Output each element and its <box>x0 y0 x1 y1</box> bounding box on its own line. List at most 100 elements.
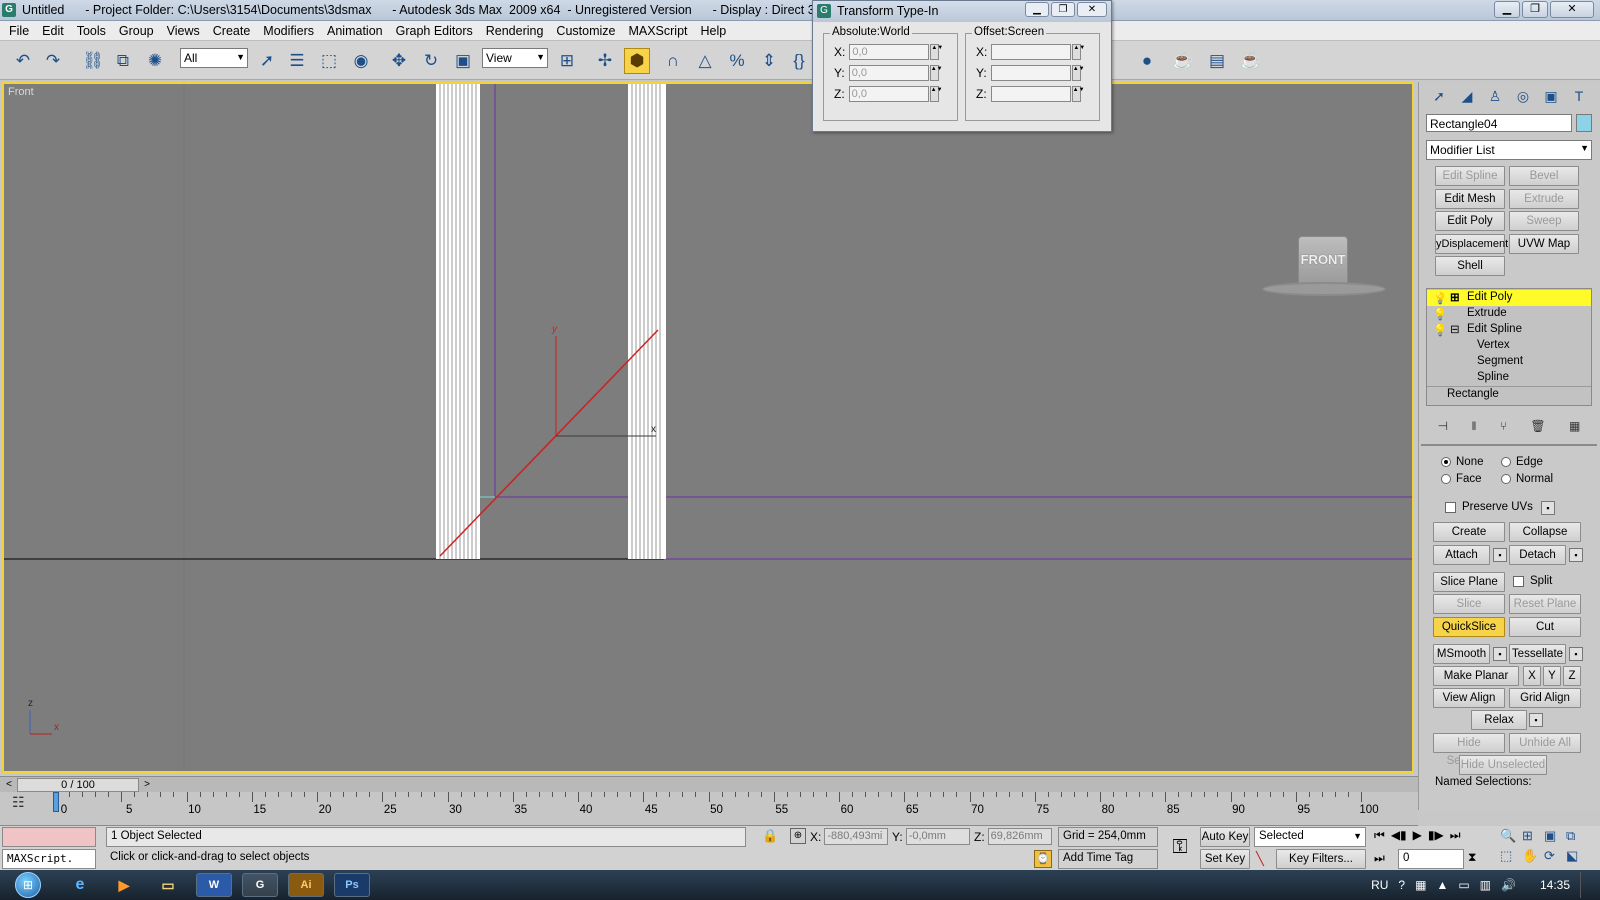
menu-edit[interactable]: Edit <box>42 24 64 38</box>
edit-named-selections-icon[interactable]: {} <box>786 48 812 74</box>
maxscript-mini-listener[interactable]: MAXScript. <box>2 849 96 869</box>
manipulate-icon[interactable]: ✢ <box>592 48 618 74</box>
menu-modifiers[interactable]: Modifiers <box>263 24 314 38</box>
zoom-all-icon[interactable]: ⊞ <box>1522 828 1544 844</box>
angle-snap-icon[interactable]: △ <box>692 48 718 74</box>
show-end-result-icon[interactable]: ‖ <box>1471 419 1476 433</box>
utilities-tab-icon[interactable]: T <box>1567 84 1591 108</box>
pan-icon[interactable]: ✋ <box>1522 848 1544 864</box>
split-checkbox[interactable]: Split <box>1513 575 1552 587</box>
tessellate-settings-button[interactable]: ▪ <box>1569 647 1583 661</box>
key-filters-button[interactable]: Key Filters... <box>1276 849 1366 869</box>
orbit-icon[interactable]: ⟳ <box>1544 848 1566 864</box>
dialog-minimize-button[interactable]: ▁ <box>1025 2 1049 17</box>
create-button[interactable]: Create <box>1433 522 1505 542</box>
stack-item-extrude[interactable]: 💡 Extrude <box>1427 306 1591 322</box>
offset-z-spinner[interactable]: ▲▼ <box>1071 86 1085 102</box>
constraint-none-radio[interactable]: None <box>1441 456 1484 468</box>
stack-item-rectangle[interactable]: Rectangle <box>1427 386 1591 402</box>
create-tab-icon[interactable]: ➚ <box>1427 84 1451 108</box>
current-time-marker[interactable] <box>53 792 59 812</box>
stack-item-edit-spline[interactable]: 💡 ⊟ Edit Spline <box>1427 322 1591 338</box>
absolute-y-field[interactable] <box>848 65 929 81</box>
detach-button[interactable]: Detach <box>1509 545 1566 565</box>
cut-button[interactable]: Cut <box>1509 617 1581 637</box>
reset-plane-button[interactable]: Reset Plane <box>1509 594 1581 614</box>
display-tab-icon[interactable]: ▣ <box>1539 84 1563 108</box>
object-name-field[interactable]: Rectangle04 <box>1426 114 1572 132</box>
edit-mesh-mod-button[interactable]: Edit Mesh <box>1435 189 1505 209</box>
menu-graph-editors[interactable]: Graph Editors <box>396 24 473 38</box>
modifier-list-dropdown[interactable]: Modifier List ▼ <box>1426 140 1592 160</box>
menu-group[interactable]: Group <box>119 24 154 38</box>
go-to-end-icon[interactable]: ⏭ <box>1450 828 1461 843</box>
scale-icon[interactable]: ▣ <box>450 48 476 74</box>
material-editor-icon[interactable]: ● <box>1134 48 1160 74</box>
close-button[interactable]: ✕ <box>1550 1 1594 18</box>
absolute-x-field[interactable] <box>849 44 930 60</box>
menu-create[interactable]: Create <box>213 24 251 38</box>
select-by-name-icon[interactable]: ☰ <box>284 48 310 74</box>
front-viewport[interactable]: Front y x z x FRONT <box>2 82 1414 773</box>
planar-z-button[interactable]: Z <box>1563 666 1581 686</box>
stack-item-segment[interactable]: Segment <box>1427 354 1591 370</box>
zoom-extents-icon[interactable]: ▣ <box>1544 828 1566 844</box>
time-configuration-icon[interactable]: ⧗ <box>1468 850 1476 865</box>
unhide-all-button[interactable]: Unhide All <box>1509 733 1581 753</box>
stack-item-edit-poly[interactable]: 💡 ⊞ Edit Poly <box>1427 290 1591 306</box>
select-object-icon[interactable]: ➚ <box>254 48 280 74</box>
offset-x-field[interactable] <box>991 44 1072 60</box>
redo-icon[interactable]: ↷ <box>40 48 66 74</box>
modify-tab-icon[interactable]: ◢ <box>1455 84 1479 108</box>
prev-frame-arrow[interactable]: < <box>2 778 16 792</box>
stack-item-vertex[interactable]: Vertex <box>1427 338 1591 354</box>
relax-settings-button[interactable]: ▪ <box>1529 713 1543 727</box>
offset-z-field[interactable] <box>990 86 1071 102</box>
snaps-toggle-icon[interactable]: ∩ <box>660 48 686 74</box>
preserve-uvs-settings-button[interactable]: ▪ <box>1541 501 1555 515</box>
network-icon[interactable]: ▦ <box>1415 878 1426 892</box>
make-unique-icon[interactable]: ⑂ <box>1500 419 1507 433</box>
absolute-x-spinner[interactable]: ▲▼ <box>930 44 943 60</box>
configure-modifier-sets-icon[interactable]: ▦ <box>1569 419 1580 433</box>
pivot-center-icon[interactable]: ⊞ <box>554 48 580 74</box>
go-to-start-icon[interactable]: ⏮ <box>1374 828 1385 843</box>
word-taskbar-icon[interactable]: W <box>196 873 232 897</box>
rendered-frame-window-icon[interactable]: ▤ <box>1204 48 1230 74</box>
percent-snap-icon[interactable]: % <box>724 48 750 74</box>
auto-key-button[interactable]: Auto Key <box>1200 827 1250 847</box>
y-coordinate[interactable]: Y: -0,0mm <box>892 828 970 845</box>
extrude-mod-button[interactable]: Extrude <box>1509 189 1579 209</box>
motion-tab-icon[interactable]: ◎ <box>1511 84 1535 108</box>
relax-button[interactable]: Relax <box>1471 710 1527 730</box>
add-time-tag[interactable]: Add Time Tag <box>1058 849 1158 869</box>
rotate-icon[interactable]: ↻ <box>418 48 444 74</box>
hide-unselected-button[interactable]: Hide Unselected <box>1459 755 1547 775</box>
open-mini-curve-editor-icon[interactable]: ☷ <box>12 794 25 811</box>
internet-explorer-icon[interactable]: e <box>62 873 98 897</box>
quick-render-icon[interactable]: ☕ <box>1238 48 1264 74</box>
menu-rendering[interactable]: Rendering <box>486 24 544 38</box>
next-frame-arrow[interactable]: > <box>140 778 154 792</box>
previous-frame-icon[interactable]: ◀▮ <box>1391 828 1407 843</box>
maxscript-listener-mini[interactable] <box>2 827 96 847</box>
show-desktop-button[interactable] <box>1580 872 1590 898</box>
selection-lock-icon[interactable]: 🔒 <box>762 828 778 844</box>
stack-item-spline[interactable]: Spline <box>1427 370 1591 386</box>
menu-customize[interactable]: Customize <box>556 24 615 38</box>
reference-coord-dropdown[interactable]: View ▼ <box>482 48 548 68</box>
maximize-viewport-icon[interactable]: ⬕ <box>1566 848 1588 864</box>
move-icon[interactable]: ✥ <box>386 48 412 74</box>
timeline[interactable]: ☷ 0 5 10 15 20 25 30 35 40 45 50 55 60 65 70 75 80 85 90 95… <box>0 792 1418 826</box>
photoshop-taskbar-icon[interactable]: Ps <box>334 873 370 897</box>
tessellate-button[interactable]: Tessellate <box>1509 644 1566 664</box>
viewcube-compass[interactable] <box>1262 282 1386 296</box>
explorer-folder-icon[interactable]: ▭ <box>150 873 186 897</box>
keyboard-shortcut-override-icon[interactable]: ⬢ <box>624 48 650 74</box>
time-tag-icon[interactable]: ⌚ <box>1034 850 1052 868</box>
planar-x-button[interactable]: X <box>1523 666 1541 686</box>
pin-stack-icon[interactable]: ⊣ <box>1438 419 1448 433</box>
absolute-y-spinner[interactable]: ▲▼ <box>929 65 943 81</box>
set-keys-icon[interactable]: ⚿ <box>1166 828 1194 866</box>
time-slider[interactable]: 0 / 100 <box>17 778 139 792</box>
